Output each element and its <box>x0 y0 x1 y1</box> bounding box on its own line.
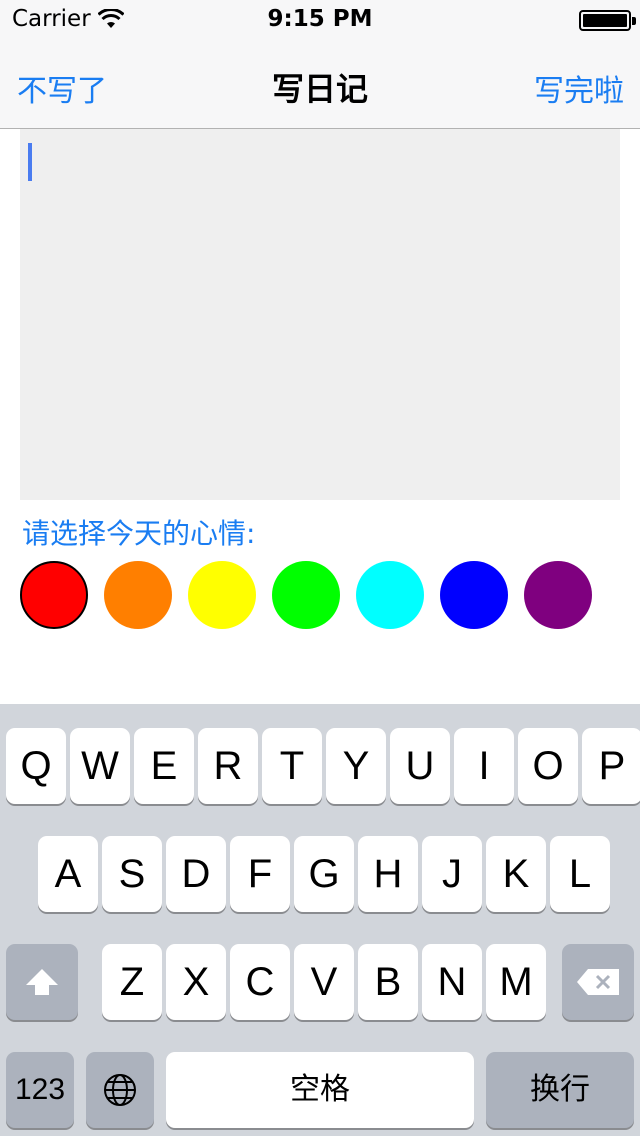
mood-color-3[interactable] <box>188 561 256 629</box>
keyboard: 123 空格 换行 QWERTYUIOP ASDFGHJKL ZXCVBNM <box>0 704 640 1136</box>
key-q[interactable]: Q <box>6 728 66 804</box>
key-v[interactable]: V <box>294 944 354 1020</box>
globe-icon <box>104 1074 136 1106</box>
key-i[interactable]: I <box>454 728 514 804</box>
key-x[interactable]: X <box>166 944 226 1020</box>
key-j[interactable]: J <box>422 836 482 912</box>
shift-arrow-icon <box>26 969 58 995</box>
key-r[interactable]: R <box>198 728 258 804</box>
shift-key[interactable] <box>6 944 78 1020</box>
backspace-icon <box>577 969 619 995</box>
mood-prompt-label: 请选择今天的心情: <box>22 517 256 550</box>
key-f[interactable]: F <box>230 836 290 912</box>
key-h[interactable]: H <box>358 836 418 912</box>
space-key[interactable]: 空格 <box>166 1052 474 1128</box>
key-s[interactable]: S <box>102 836 162 912</box>
mood-color-5[interactable] <box>356 561 424 629</box>
key-b[interactable]: B <box>358 944 418 1020</box>
cancel-button[interactable]: 不写了 <box>17 66 107 110</box>
key-m[interactable]: M <box>486 944 546 1020</box>
mood-color-2[interactable] <box>104 561 172 629</box>
key-n[interactable]: N <box>422 944 482 1020</box>
delete-key[interactable] <box>562 944 634 1020</box>
mood-color-4[interactable] <box>272 561 340 629</box>
key-g[interactable]: G <box>294 836 354 912</box>
status-time: 9:15 PM <box>267 6 373 32</box>
key-z[interactable]: Z <box>102 944 162 1020</box>
mood-color-picker <box>20 561 620 631</box>
key-k[interactable]: K <box>486 836 546 912</box>
key-a[interactable]: A <box>38 836 98 912</box>
status-bar: Carrier 9:15 PM <box>0 0 640 40</box>
key-p[interactable]: P <box>582 728 640 804</box>
globe-key[interactable] <box>86 1052 154 1128</box>
key-c[interactable]: C <box>230 944 290 1020</box>
mood-color-1[interactable] <box>20 561 88 629</box>
return-key[interactable]: 换行 <box>486 1052 634 1128</box>
key-t[interactable]: T <box>262 728 322 804</box>
navigation-bar: 不写了 写日记 写完啦 <box>0 40 640 129</box>
key-y[interactable]: Y <box>326 728 386 804</box>
key-l[interactable]: L <box>550 836 610 912</box>
numbers-key[interactable]: 123 <box>6 1052 74 1128</box>
mood-color-6[interactable] <box>440 561 508 629</box>
key-e[interactable]: E <box>134 728 194 804</box>
done-button[interactable]: 写完啦 <box>534 66 624 110</box>
battery-icon <box>579 10 636 31</box>
key-d[interactable]: D <box>166 836 226 912</box>
diary-text-editor[interactable] <box>20 129 620 500</box>
key-o[interactable]: O <box>518 728 578 804</box>
mood-color-7[interactable] <box>524 561 592 629</box>
key-u[interactable]: U <box>390 728 450 804</box>
text-cursor <box>28 143 32 181</box>
key-w[interactable]: W <box>70 728 130 804</box>
